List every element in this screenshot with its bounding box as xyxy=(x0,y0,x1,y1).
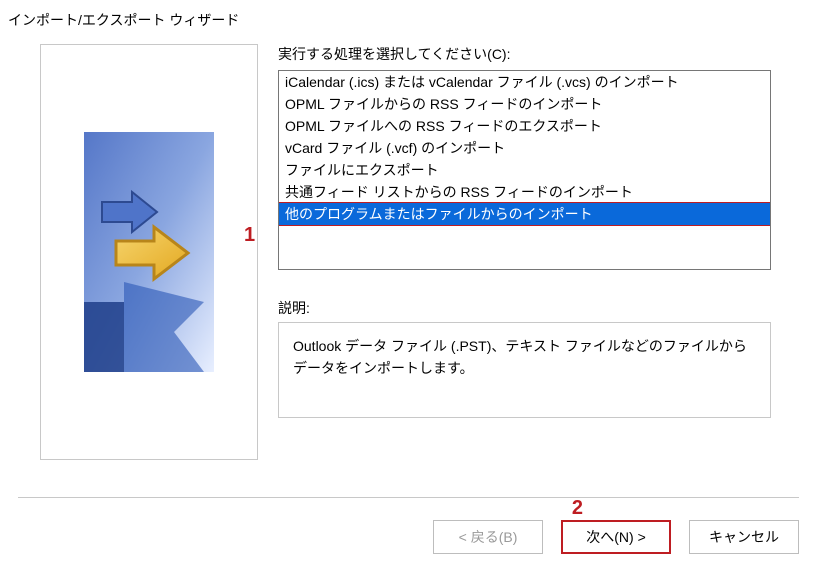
wizard-arrows-icon xyxy=(84,132,214,372)
dialog-content: 実行する処理を選択してください(C): iCalendar (.ics) または… xyxy=(0,44,817,460)
list-item[interactable]: ファイルにエクスポート xyxy=(279,159,770,181)
action-select-label: 実行する処理を選択してください(C): xyxy=(278,44,771,64)
action-listbox[interactable]: iCalendar (.ics) または vCalendar ファイル (.vc… xyxy=(278,70,771,270)
annotation-1: 1 xyxy=(244,224,255,247)
description-label: 説明: xyxy=(278,298,771,318)
cancel-button[interactable]: キャンセル xyxy=(689,520,799,554)
wizard-right-panel: 実行する処理を選択してください(C): iCalendar (.ics) または… xyxy=(278,44,801,460)
list-item[interactable]: 他のプログラムまたはファイルからのインポート xyxy=(279,203,770,225)
list-item[interactable]: OPML ファイルへの RSS フィードのエクスポート xyxy=(279,115,770,137)
list-item[interactable]: iCalendar (.ics) または vCalendar ファイル (.vc… xyxy=(279,71,770,93)
list-item[interactable]: OPML ファイルからの RSS フィードのインポート xyxy=(279,93,770,115)
list-item[interactable]: 共通フィード リストからの RSS フィードのインポート xyxy=(279,181,770,203)
description-box: Outlook データ ファイル (.PST)、テキスト ファイルなどのファイル… xyxy=(278,322,771,418)
description-text: Outlook データ ファイル (.PST)、テキスト ファイルなどのファイル… xyxy=(293,338,747,376)
back-button[interactable]: < 戻る(B) xyxy=(433,520,543,554)
import-export-wizard-dialog: インポート/エクスポート ウィザード xyxy=(0,0,817,574)
next-button[interactable]: 次へ(N) > xyxy=(561,520,671,554)
wizard-graphic-panel xyxy=(40,44,258,460)
list-item[interactable]: vCard ファイル (.vcf) のインポート xyxy=(279,137,770,159)
dialog-title: インポート/エクスポート ウィザード xyxy=(0,0,817,44)
dialog-footer: < 戻る(B) 次へ(N) > キャンセル xyxy=(18,497,799,554)
